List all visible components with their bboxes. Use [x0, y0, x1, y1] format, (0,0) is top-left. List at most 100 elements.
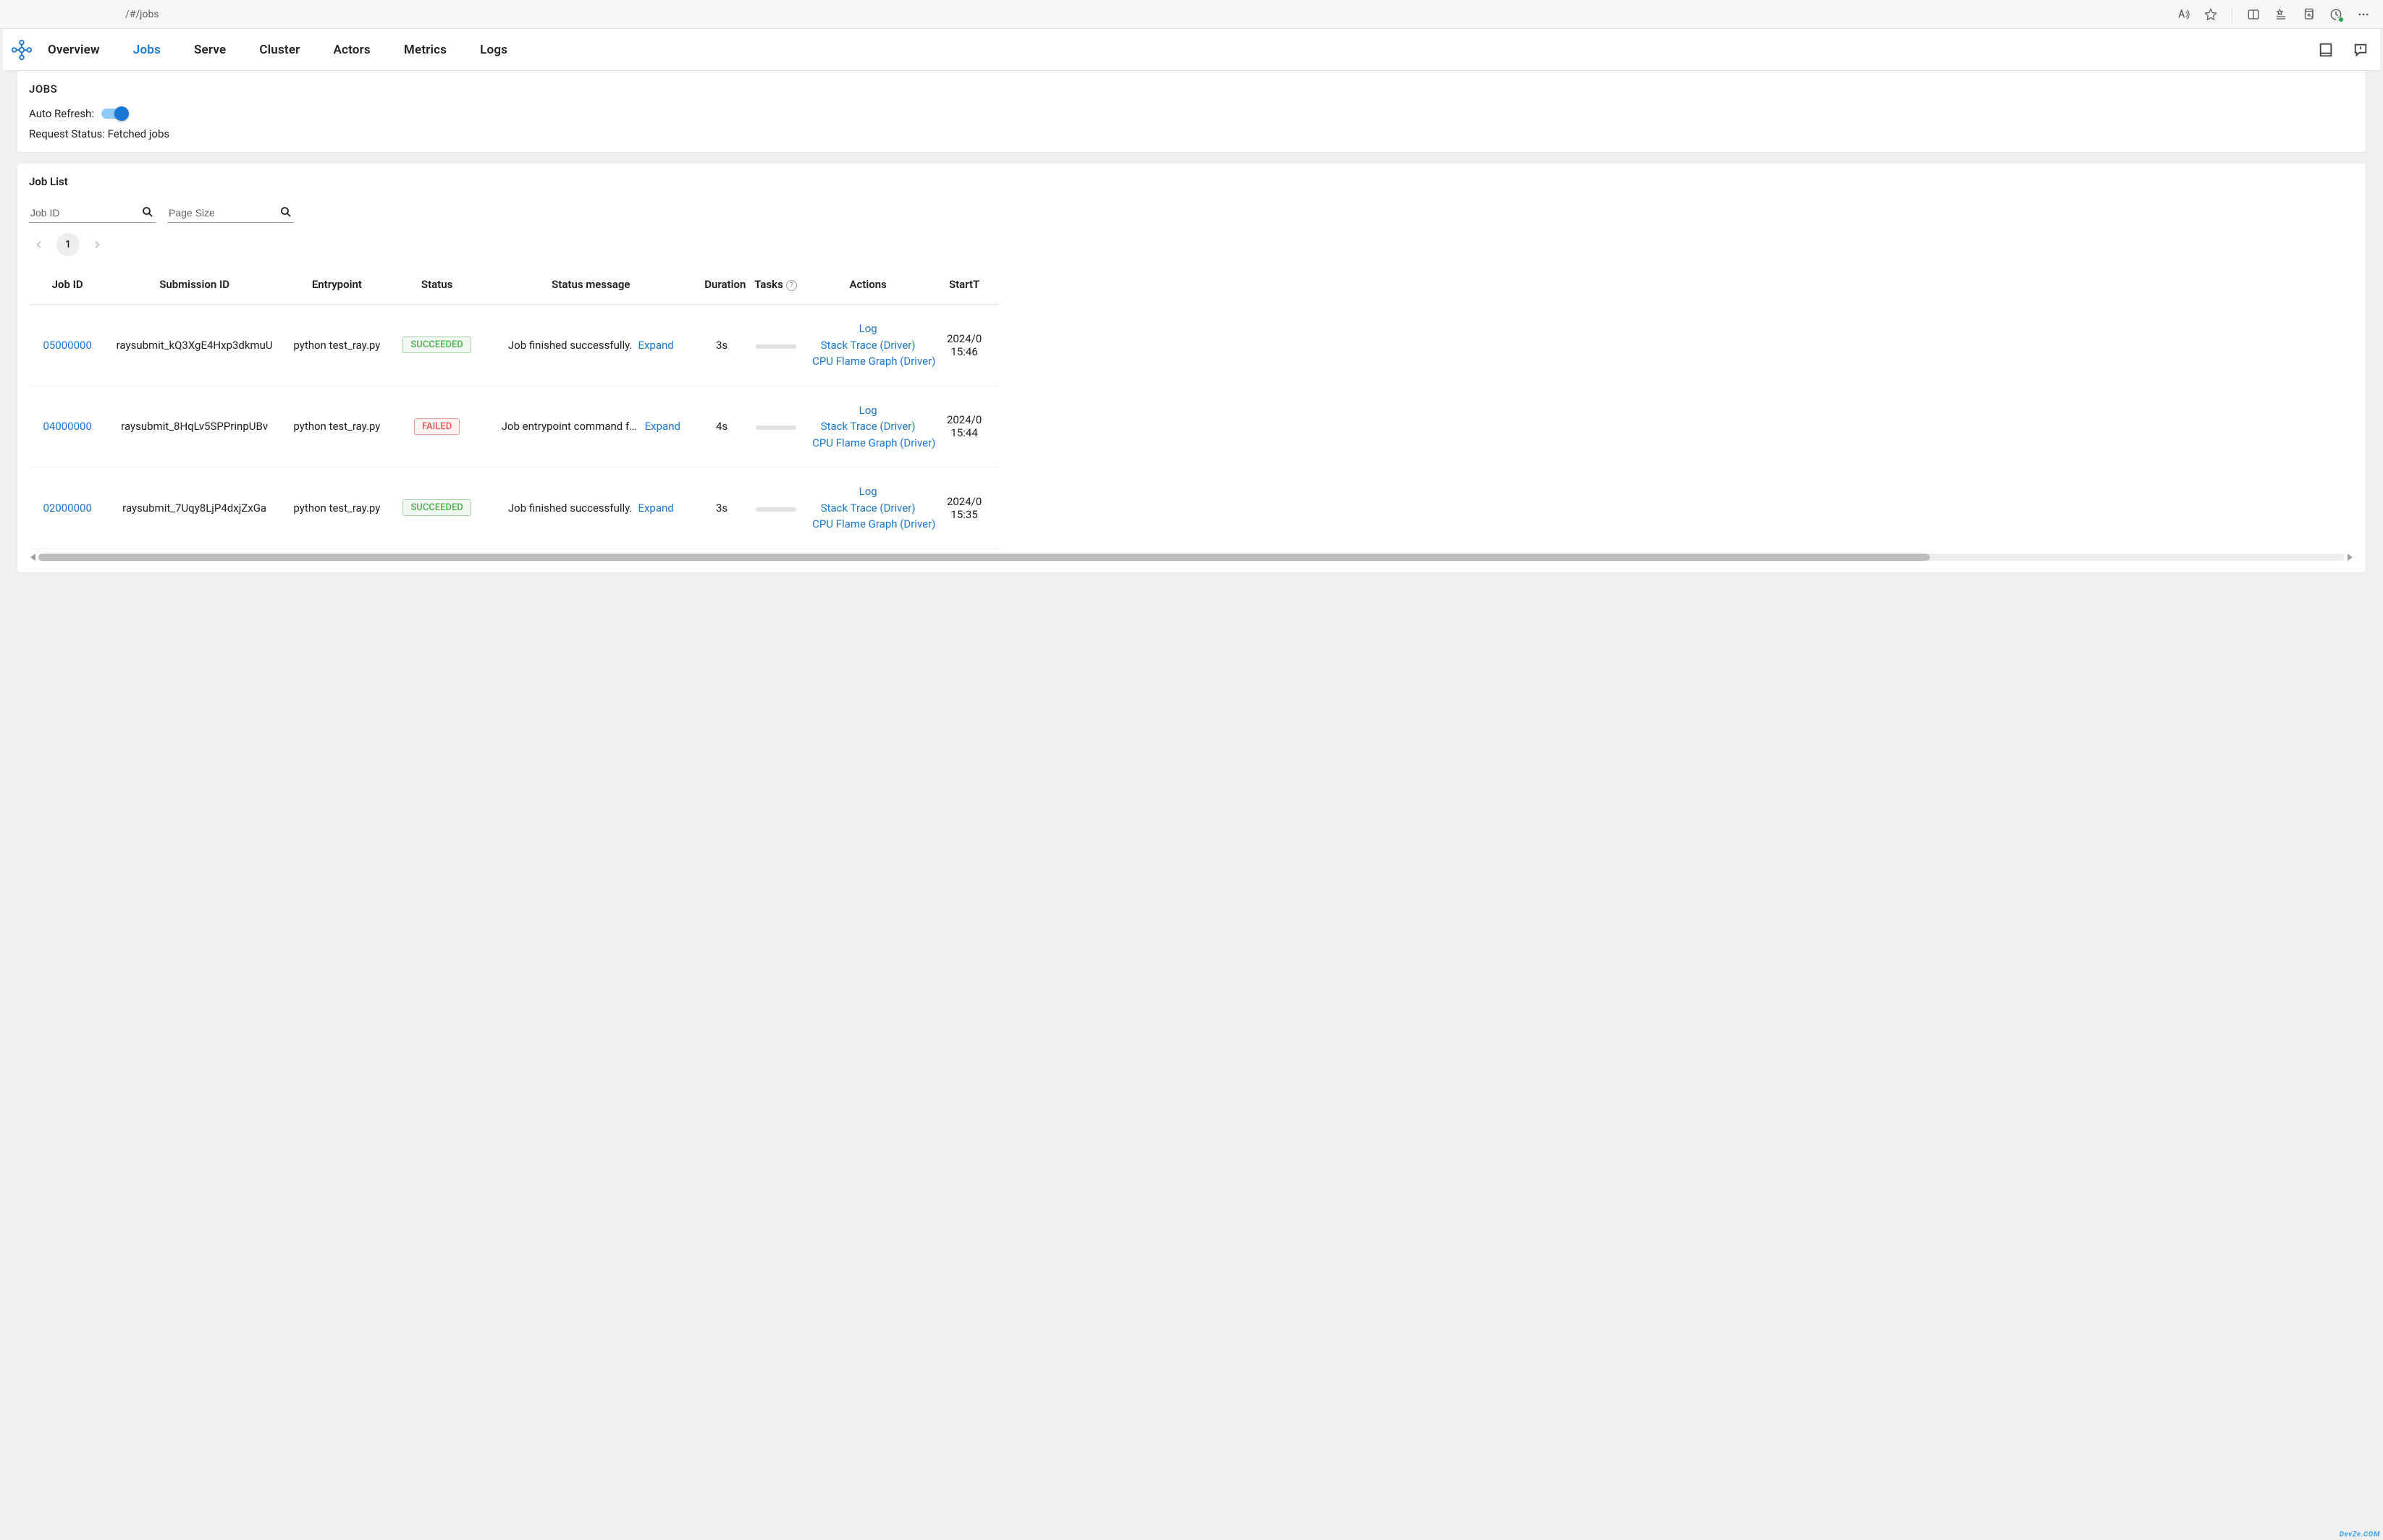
- col-jobid: Job ID: [29, 265, 106, 305]
- request-status-label: Request Status:: [29, 127, 105, 140]
- job-id-link[interactable]: 04000000: [43, 420, 91, 433]
- action-link[interactable]: CPU Flame Graph (Driver): [812, 435, 924, 452]
- scroll-track[interactable]: [38, 554, 2345, 561]
- auto-refresh-label: Auto Refresh:: [29, 107, 94, 120]
- favorites-list-icon[interactable]: [2274, 8, 2287, 21]
- action-link[interactable]: CPU Flame Graph (Driver): [812, 353, 924, 370]
- col-status: Status: [391, 265, 484, 305]
- ray-logo-icon[interactable]: [10, 38, 33, 62]
- horizontal-scrollbar[interactable]: [29, 554, 2354, 561]
- col-start-time: StartT: [929, 265, 999, 305]
- read-aloud-icon[interactable]: [2177, 8, 2190, 21]
- prev-page-button[interactable]: [29, 234, 49, 255]
- scroll-thumb[interactable]: [38, 554, 1930, 561]
- more-menu-icon[interactable]: [2357, 8, 2370, 21]
- content: JOBS Auto Refresh: Request Status: Fetch…: [0, 71, 2383, 572]
- nav-tab-cluster[interactable]: Cluster: [259, 43, 300, 57]
- browser-url[interactable]: /#/jobs: [118, 9, 2169, 20]
- cell-entrypoint: python test_ray.py: [283, 468, 391, 549]
- job-id-link[interactable]: 05000000: [43, 339, 91, 352]
- scroll-left-icon[interactable]: [30, 554, 35, 561]
- cell-status-message: Job finished successfully. Expand: [483, 305, 699, 386]
- browser-chrome: /#/jobs: [0, 0, 2383, 29]
- cell-jobid: 02000000: [29, 468, 106, 549]
- cell-actions: LogStack Trace (Driver)CPU Flame Graph (…: [806, 468, 929, 549]
- job-list-card: Job List 1 Job ID: [17, 164, 2366, 572]
- auto-refresh-toggle[interactable]: [101, 109, 127, 119]
- split-screen-icon[interactable]: [2247, 8, 2260, 21]
- docs-icon[interactable]: [2318, 42, 2334, 58]
- pagesize-search-input[interactable]: [169, 207, 274, 219]
- cell-jobid: 04000000: [29, 386, 106, 468]
- cell-start-time: 2024/015:44: [929, 386, 999, 468]
- job-id-link[interactable]: 02000000: [43, 502, 91, 515]
- cell-submission-id: raysubmit_kQ3XgE4Hxp3dkmuU: [106, 305, 283, 386]
- page-number[interactable]: 1: [56, 233, 80, 256]
- expand-link[interactable]: Expand: [645, 420, 680, 433]
- nav-right: [2318, 42, 2369, 58]
- pagination: 1: [29, 233, 2354, 256]
- cell-actions: LogStack Trace (Driver)CPU Flame Graph (…: [806, 386, 929, 468]
- performance-icon[interactable]: [2329, 8, 2342, 21]
- action-link[interactable]: Stack Trace (Driver): [812, 337, 924, 354]
- collections-icon[interactable]: [2302, 8, 2315, 21]
- action-link[interactable]: Stack Trace (Driver): [812, 418, 924, 435]
- cell-submission-id: raysubmit_7Uqy8LjP4dxjZxGa: [106, 468, 283, 549]
- nav-tab-actors[interactable]: Actors: [333, 43, 370, 57]
- cell-entrypoint: python test_ray.py: [283, 386, 391, 468]
- cell-start-time: 2024/015:35: [929, 468, 999, 549]
- table-row: 05000000 raysubmit_kQ3XgE4Hxp3dkmuUpython…: [29, 305, 999, 386]
- pagesize-search-field[interactable]: [167, 204, 294, 223]
- cell-actions: LogStack Trace (Driver)CPU Flame Graph (…: [806, 305, 929, 386]
- cell-start-time: 2024/015:46: [929, 305, 999, 386]
- search-icon: [279, 206, 292, 219]
- task-progress-bar: [756, 507, 796, 512]
- expand-link[interactable]: Expand: [638, 339, 673, 352]
- col-entrypoint: Entrypoint: [283, 265, 391, 305]
- request-status: Request Status: Fetched jobs: [29, 127, 2354, 140]
- jobid-search-input[interactable]: [30, 207, 135, 219]
- cell-duration: 3s: [699, 468, 745, 549]
- jobs-summary-card: JOBS Auto Refresh: Request Status: Fetch…: [17, 71, 2366, 152]
- action-link[interactable]: Log: [812, 483, 924, 500]
- col-actions: Actions: [806, 265, 929, 305]
- cell-status: SUCCEEDED: [391, 468, 484, 549]
- favorite-star-icon[interactable]: [2204, 8, 2217, 21]
- nav-tab-serve[interactable]: Serve: [194, 43, 226, 57]
- cell-duration: 3s: [699, 305, 745, 386]
- feedback-icon[interactable]: [2353, 42, 2369, 58]
- scroll-right-icon[interactable]: [2348, 554, 2353, 561]
- job-table-wrap[interactable]: Job ID Submission ID Entrypoint Status S…: [29, 265, 2354, 549]
- nav-tabs: Overview Jobs Serve Cluster Actors Metri…: [48, 43, 507, 57]
- browser-icons: [2177, 7, 2377, 22]
- status-message-text: Job entrypoint command faile…: [502, 420, 639, 433]
- cell-duration: 4s: [699, 386, 745, 468]
- action-link[interactable]: Stack Trace (Driver): [812, 500, 924, 517]
- cell-tasks: [745, 386, 806, 468]
- nav-tab-jobs[interactable]: Jobs: [133, 43, 161, 57]
- task-progress-bar: [756, 344, 796, 349]
- status-message-text: Job finished successfully.: [508, 502, 633, 515]
- col-tasks: Tasks?: [745, 265, 806, 305]
- help-icon[interactable]: ?: [786, 280, 797, 291]
- cell-tasks: [745, 468, 806, 549]
- request-status-value: Fetched jobs: [108, 127, 170, 140]
- nav-tab-metrics[interactable]: Metrics: [404, 43, 447, 57]
- jobs-title: JOBS: [29, 82, 2354, 96]
- nav-tab-overview[interactable]: Overview: [48, 43, 100, 57]
- action-link[interactable]: Log: [812, 402, 924, 419]
- action-link[interactable]: Log: [812, 321, 924, 337]
- next-page-button[interactable]: [87, 234, 107, 255]
- cell-status: FAILED: [391, 386, 484, 468]
- cell-status-message: Job finished successfully. Expand: [483, 468, 699, 549]
- cell-jobid: 05000000: [29, 305, 106, 386]
- cell-status-message: Job entrypoint command faile… Expand: [483, 386, 699, 468]
- status-badge: FAILED: [414, 418, 460, 435]
- search-icon: [141, 206, 154, 219]
- action-link[interactable]: CPU Flame Graph (Driver): [812, 516, 924, 533]
- jobid-search-field[interactable]: [29, 204, 156, 223]
- task-progress-bar: [756, 426, 796, 430]
- cell-entrypoint: python test_ray.py: [283, 305, 391, 386]
- nav-tab-logs[interactable]: Logs: [480, 43, 507, 57]
- expand-link[interactable]: Expand: [638, 502, 673, 515]
